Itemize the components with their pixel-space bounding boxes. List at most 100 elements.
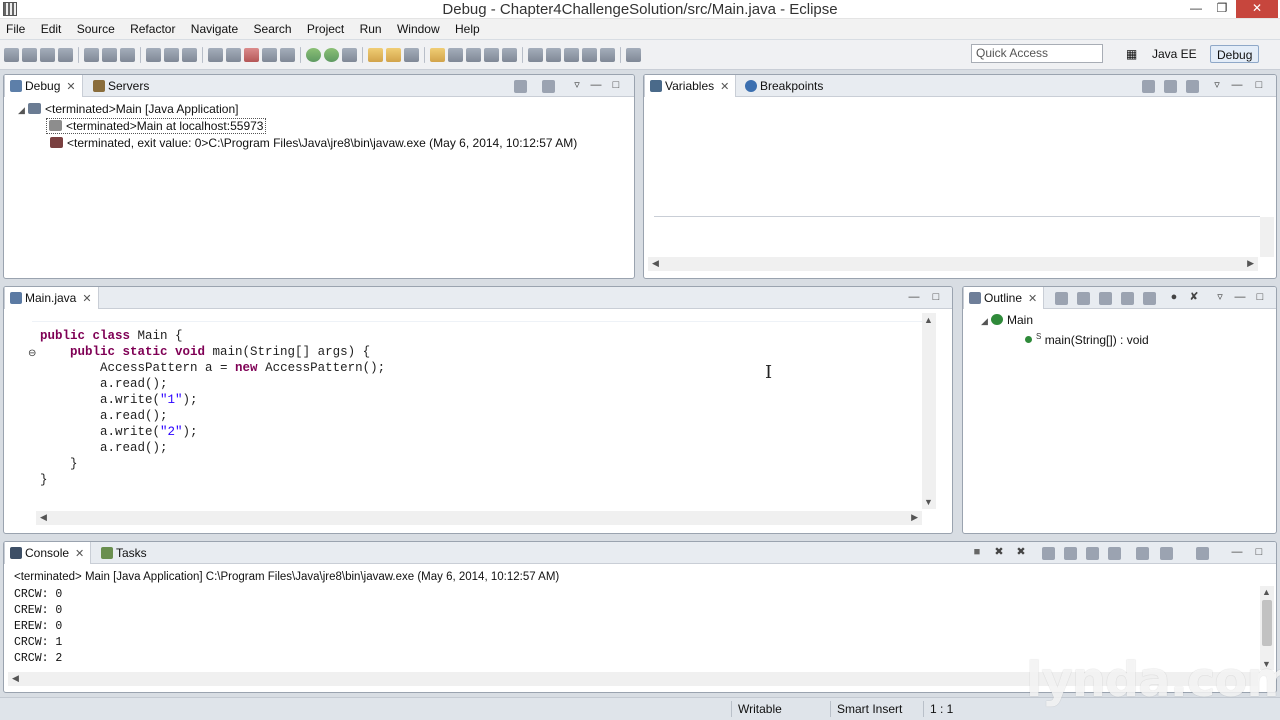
suspend-icon[interactable] xyxy=(226,48,241,62)
tab-outline[interactable]: Outline ✕ xyxy=(963,287,1045,309)
chevron-down-icon[interactable]: ▿ xyxy=(1213,290,1227,304)
menu-file[interactable]: File xyxy=(0,19,31,39)
clear-console-icon[interactable] xyxy=(1042,547,1055,560)
chevron-down-icon[interactable]: ▿ xyxy=(1210,78,1224,92)
maximize-view-icon[interactable]: □ xyxy=(1252,545,1266,559)
close-window-button[interactable]: ✕ xyxy=(1236,0,1278,18)
tab-console[interactable]: Console ✕ xyxy=(4,542,92,564)
remove-launch-icon[interactable]: ✖ xyxy=(992,545,1006,559)
menu-source[interactable]: Source xyxy=(71,19,121,39)
step-return-icon[interactable] xyxy=(164,48,179,62)
close-icon[interactable]: ✕ xyxy=(66,81,75,93)
sort-icon[interactable] xyxy=(1055,292,1068,305)
menu-project[interactable]: Project xyxy=(301,19,350,39)
scroll-left-icon[interactable]: ◀ xyxy=(40,512,47,523)
minimize-view-icon[interactable]: — xyxy=(907,290,921,304)
editor-horizontal-scrollbar[interactable]: ◀ ▶ xyxy=(36,511,922,525)
open-perspective-icon[interactable]: ▦ xyxy=(1120,45,1143,63)
menu-window[interactable]: Window xyxy=(391,19,446,39)
variables-horizontal-scrollbar[interactable]: ◀ ▶ xyxy=(648,257,1258,271)
toggle-mark-occurrences-icon[interactable] xyxy=(466,48,481,62)
outline-item-class[interactable]: ◢ Main xyxy=(981,312,1033,328)
skip-breakpoints-icon[interactable] xyxy=(84,48,99,62)
scroll-lock-icon[interactable] xyxy=(1064,547,1077,560)
use-step-filters-icon[interactable] xyxy=(182,48,197,62)
scroll-left-icon[interactable]: ◀ xyxy=(12,673,19,684)
fold-collapse-icon[interactable]: ⊖ xyxy=(28,348,36,359)
outline-item-method[interactable]: S main(String[]) : void xyxy=(1025,329,1149,347)
display-console-icon[interactable] xyxy=(1160,547,1173,560)
restore-window-button[interactable]: ❐ xyxy=(1209,0,1235,18)
quick-access-input[interactable]: Quick Access xyxy=(971,44,1103,63)
link-editor-icon[interactable]: ✘ xyxy=(1187,290,1201,304)
perspective-debug[interactable]: Debug xyxy=(1210,45,1260,63)
scroll-right-icon[interactable]: ▶ xyxy=(911,512,918,523)
maximize-view-icon[interactable]: □ xyxy=(1253,290,1267,304)
forward-icon[interactable] xyxy=(600,48,615,62)
new-java-project-icon[interactable] xyxy=(368,48,383,62)
pin-editor-icon[interactable] xyxy=(626,48,641,62)
tree-item-exit[interactable]: <terminated, exit value: 0>C:\Program Fi… xyxy=(50,135,577,151)
debug-run-icon[interactable] xyxy=(306,48,321,62)
scroll-down-icon[interactable]: ▼ xyxy=(924,497,933,507)
close-icon[interactable]: ✕ xyxy=(82,293,91,305)
tree-item-process[interactable]: <terminated>Main at localhost:55973 xyxy=(46,118,267,134)
show-type-names-icon[interactable] xyxy=(1142,80,1155,93)
hide-fields-icon[interactable] xyxy=(1077,292,1090,305)
drop-frame-icon[interactable] xyxy=(120,48,135,62)
close-icon[interactable]: ✕ xyxy=(720,81,729,93)
scroll-left-icon[interactable]: ◀ xyxy=(652,258,659,269)
terminate-icon[interactable] xyxy=(244,48,259,62)
show-on-stderr-icon[interactable] xyxy=(1108,547,1121,560)
hide-static-icon[interactable] xyxy=(1099,292,1112,305)
resume-icon[interactable] xyxy=(208,48,223,62)
step-into-icon[interactable] xyxy=(280,48,295,62)
menu-refactor[interactable]: Refactor xyxy=(124,19,181,39)
minimize-view-icon[interactable]: — xyxy=(589,78,603,92)
close-icon[interactable]: ✕ xyxy=(1028,293,1037,305)
scroll-up-icon[interactable]: ▲ xyxy=(1262,587,1271,597)
show-on-stdout-icon[interactable] xyxy=(1086,547,1099,560)
remove-launches-icon[interactable] xyxy=(102,48,117,62)
print-icon[interactable] xyxy=(58,48,73,62)
tree-item-launch[interactable]: ◢ <terminated>Main [Java Application] xyxy=(18,101,238,117)
save-all-icon[interactable] xyxy=(40,48,55,62)
menu-edit[interactable]: Edit xyxy=(35,19,68,39)
hide-non-public-icon[interactable] xyxy=(1121,292,1134,305)
maximize-view-icon[interactable]: □ xyxy=(1252,78,1266,92)
lock-icon[interactable] xyxy=(146,48,161,62)
perspective-java-ee[interactable]: Java EE xyxy=(1146,45,1203,63)
minimize-view-icon[interactable]: — xyxy=(1233,290,1247,304)
show-logical-structure-icon[interactable] xyxy=(1164,80,1177,93)
maximize-view-icon[interactable]: □ xyxy=(929,290,943,304)
console-output[interactable]: CRCW: 0 CREW: 0 EREW: 0 CRCW: 1 CRCW: 2 xyxy=(14,587,62,667)
open-console-icon[interactable] xyxy=(1196,547,1209,560)
tab-tasks[interactable]: Tasks xyxy=(96,542,153,564)
new-package-icon[interactable] xyxy=(386,48,401,62)
minimize-window-button[interactable]: — xyxy=(1183,0,1209,18)
external-tools-icon[interactable] xyxy=(342,48,357,62)
menu-run[interactable]: Run xyxy=(354,19,388,39)
console-scroll-thumb[interactable] xyxy=(1262,600,1272,646)
collapse-all-icon[interactable] xyxy=(1186,80,1199,93)
code-editor-text[interactable]: public class Main { public static void m… xyxy=(40,328,385,488)
show-whitespace-icon[interactable] xyxy=(502,48,517,62)
menu-help[interactable]: Help xyxy=(449,19,486,39)
expand-arrow-icon[interactable]: ◢ xyxy=(981,313,991,329)
new-icon[interactable] xyxy=(4,48,19,62)
maximize-view-icon[interactable]: □ xyxy=(609,78,623,92)
hide-local-types-icon[interactable] xyxy=(1143,292,1156,305)
tab-servers[interactable]: Servers xyxy=(88,75,155,97)
remove-all-terminated-icon[interactable] xyxy=(514,80,527,93)
last-edit-location-icon[interactable] xyxy=(564,48,579,62)
terminate-icon[interactable]: ■ xyxy=(970,545,984,559)
chevron-down-icon[interactable]: ▿ xyxy=(570,78,584,92)
run-icon[interactable] xyxy=(324,48,339,62)
scroll-up-icon[interactable]: ▲ xyxy=(924,315,933,325)
details-pane-divider[interactable] xyxy=(654,216,1260,217)
expand-arrow-icon[interactable]: ◢ xyxy=(18,102,28,118)
pin-console-icon[interactable] xyxy=(1136,547,1149,560)
tab-breakpoints[interactable]: Breakpoints xyxy=(740,75,829,97)
tab-main-java[interactable]: Main.java ✕ xyxy=(4,287,99,309)
minimize-view-icon[interactable]: — xyxy=(1230,78,1244,92)
